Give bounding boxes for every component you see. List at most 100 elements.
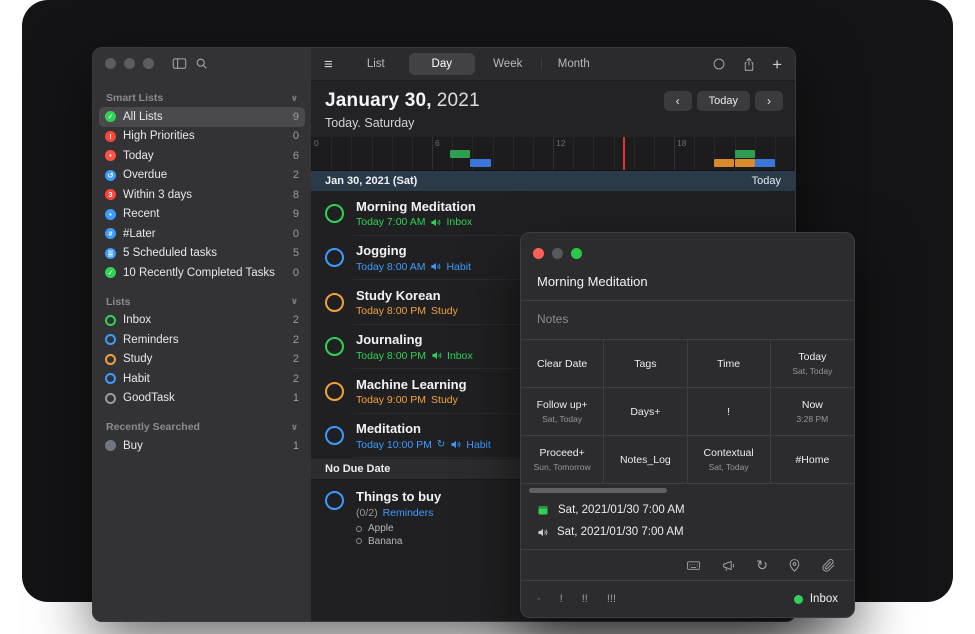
sidebar-section-header-recently-searched[interactable]: Recently Searched ∨	[93, 418, 311, 436]
sidebar-item-high-priorities[interactable]: !High Priorities 0	[99, 127, 305, 147]
task-due-time: Today 7:00 AM	[356, 216, 425, 228]
location-icon[interactable]	[787, 558, 802, 573]
quick-action-days[interactable]: Days+	[604, 388, 687, 436]
hour-tick	[432, 137, 433, 170]
sidebar-item-later[interactable]: ##Later 0	[99, 224, 305, 244]
task-complete-toggle[interactable]	[325, 382, 344, 401]
timeline-event-block[interactable]	[735, 159, 755, 167]
task-complete-toggle[interactable]	[325, 293, 344, 312]
attachment-icon[interactable]	[821, 558, 836, 573]
quick-action-proceed[interactable]: Proceed+ Sun, Tomorrow	[521, 436, 604, 484]
grid-scrollbar-track	[521, 484, 854, 497]
progress-circle-icon[interactable]	[712, 57, 726, 71]
task-complete-toggle[interactable]	[325, 204, 344, 223]
quick-action-clear-date[interactable]: Clear Date	[521, 340, 604, 388]
quick-action-contextual[interactable]: Contextual Sat, Today	[688, 436, 771, 484]
sidebar-item-habit[interactable]: Habit 2	[99, 369, 305, 389]
timeline-event-block[interactable]	[714, 159, 734, 167]
sidebar-item-all-lists[interactable]: ✓All Lists 9	[99, 107, 305, 127]
priority-option-3[interactable]: !!!	[607, 593, 616, 605]
subtask-item[interactable]: Apple	[356, 523, 441, 536]
schedule-text: Sat, 2021/01/30 7:00 AM	[557, 526, 684, 538]
zoom-button[interactable]	[571, 248, 582, 259]
hour-tick	[553, 137, 554, 170]
list-color-dot-icon	[794, 595, 803, 604]
sidebar-item-today[interactable]: •Today 6	[99, 146, 305, 166]
sidebar-item-inbox[interactable]: Inbox 2	[99, 311, 305, 331]
sidebar-item-buy[interactable]: Buy 1	[99, 436, 305, 456]
priority-option-1[interactable]: !	[560, 593, 563, 605]
tab-list[interactable]: List	[343, 53, 409, 75]
timeline-event-block[interactable]	[450, 150, 470, 158]
list-selector[interactable]: Inbox	[794, 593, 838, 605]
sidebar-item-goodtask[interactable]: GoodTask 1	[99, 389, 305, 409]
notes-field[interactable]: Notes	[521, 301, 854, 340]
task-meta: Today 8:00 PM Inbox	[356, 350, 473, 362]
item-count: 0	[293, 130, 299, 142]
sidebar-section-header-lists[interactable]: Lists ∨	[93, 293, 311, 311]
priority-option-2[interactable]: !!	[582, 593, 588, 605]
sidebar-item-within-3-days[interactable]: 3Within 3 days 8	[99, 185, 305, 205]
list-badge-icon: ≣	[105, 248, 116, 259]
quick-action-today[interactable]: Today Sat, Today	[771, 340, 854, 388]
sidebar-item-5-scheduled-tasks[interactable]: ≣5 Scheduled tasks 5	[99, 244, 305, 264]
timeline-event-block[interactable]	[470, 159, 490, 167]
grid-scrollbar[interactable]	[529, 488, 667, 493]
minimize-button[interactable]	[124, 58, 135, 69]
tab-day[interactable]: Day	[409, 53, 475, 75]
item-count: 6	[293, 150, 299, 162]
day-timeline[interactable]: 061218	[311, 137, 795, 171]
sidebar-item-10-recently-completed-tasks[interactable]: ✓10 Recently Completed Tasks 0	[99, 263, 305, 283]
task-due-time: Today 8:00 PM	[356, 350, 426, 362]
quick-action-now[interactable]: Now 3:28 PM	[771, 388, 854, 436]
quick-action-notes-log[interactable]: Notes_Log	[604, 436, 687, 484]
timeline-event-block[interactable]	[755, 159, 775, 167]
sidebar-item-reminders[interactable]: Reminders 2	[99, 330, 305, 350]
sidebar-toggle-icon[interactable]	[172, 57, 187, 70]
menu-icon[interactable]: ≡	[324, 56, 333, 73]
quick-action-tags[interactable]: Tags	[604, 340, 687, 388]
share-icon[interactable]	[742, 57, 756, 72]
sidebar-item-study[interactable]: Study 2	[99, 350, 305, 370]
sidebar-section-header-smart-lists[interactable]: Smart Lists ∨	[93, 89, 311, 107]
quick-action-follow-up[interactable]: Follow up+ Sat, Today	[521, 388, 604, 436]
timeline-event-block[interactable]	[735, 150, 755, 158]
prev-day-button[interactable]: ‹	[664, 91, 692, 111]
quick-action-home[interactable]: #Home	[771, 436, 854, 484]
task-complete-toggle[interactable]	[325, 337, 344, 356]
quick-action-time[interactable]: Time	[688, 340, 771, 388]
task-meta: Today 8:00 PM Study	[356, 305, 458, 317]
alert-speaker-icon	[450, 439, 461, 450]
sidebar-item-recent[interactable]: •Recent 9	[99, 205, 305, 225]
task-title: Things to buy	[356, 489, 441, 504]
close-button[interactable]	[533, 248, 544, 259]
search-icon[interactable]	[195, 57, 208, 70]
today-button[interactable]: Today	[697, 91, 750, 111]
tab-month[interactable]: Month	[541, 53, 607, 75]
repeat-icon: ↻	[437, 439, 445, 450]
refresh-icon[interactable]: ↻	[756, 558, 768, 572]
minimize-button[interactable]	[552, 248, 563, 259]
task-row-morning-meditation[interactable]: Morning Meditation Today 7:00 AM Inbox	[311, 191, 795, 236]
hour-tick	[493, 137, 494, 170]
schedule-row[interactable]: Sat, 2021/01/30 7:00 AM	[537, 521, 838, 543]
tab-week[interactable]: Week	[475, 53, 541, 75]
subtask-item[interactable]: Banana	[356, 535, 441, 548]
close-button[interactable]	[105, 58, 116, 69]
priority-option-1[interactable]: ·	[537, 593, 541, 605]
hour-tick	[634, 137, 635, 170]
next-day-button[interactable]: ›	[755, 91, 783, 111]
task-complete-toggle[interactable]	[325, 426, 344, 445]
megaphone-icon[interactable]	[721, 558, 737, 573]
add-task-button[interactable]: +	[772, 56, 782, 73]
zoom-button[interactable]	[143, 58, 154, 69]
task-complete-toggle[interactable]	[325, 248, 344, 267]
schedule-row[interactable]: Sat, 2021/01/30 7:00 AM	[537, 499, 838, 521]
alert-speaker-icon	[430, 261, 441, 272]
item-count: 2	[293, 169, 299, 181]
quick-action-item[interactable]: !	[688, 388, 771, 436]
sidebar-item-overdue[interactable]: ↺Overdue 2	[99, 166, 305, 186]
task-complete-toggle[interactable]	[325, 491, 344, 510]
keyboard-icon[interactable]	[685, 558, 702, 573]
popup-bottom-bar: ·!!!!!! Inbox	[521, 581, 854, 617]
